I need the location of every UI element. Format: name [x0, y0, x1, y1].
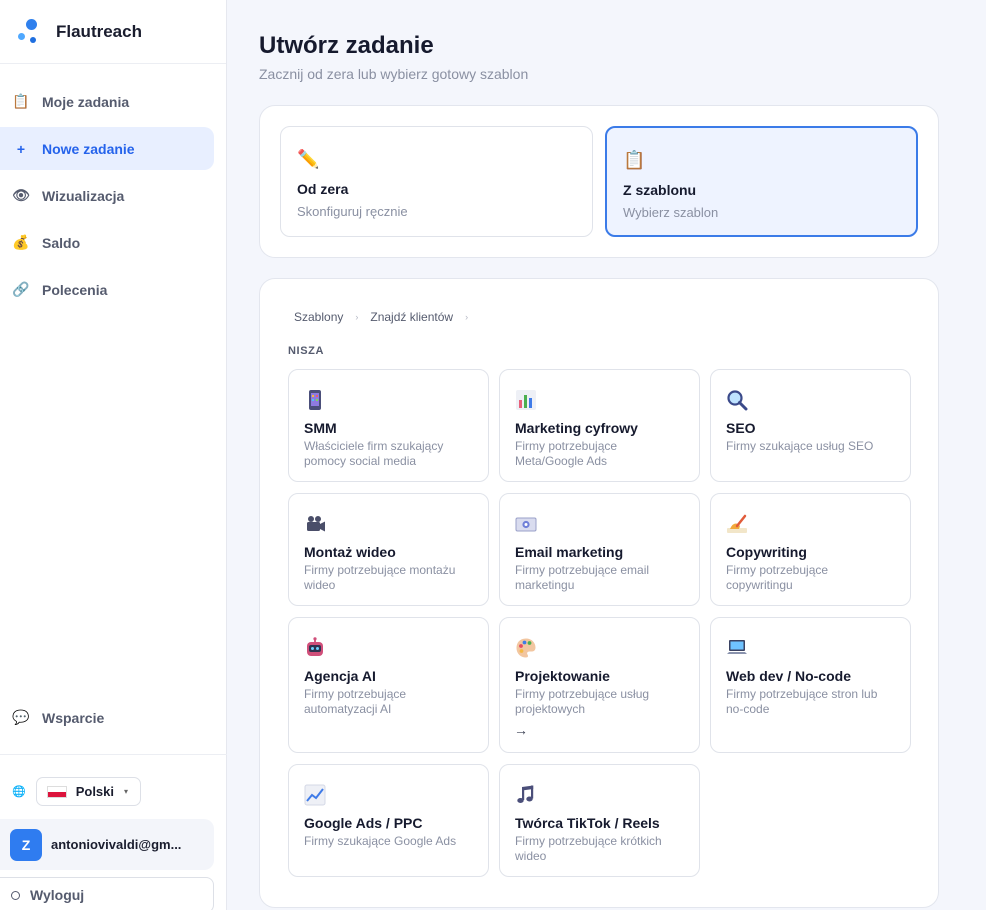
sidebar-item-wizualizacja[interactable]: 👁 Wizualizacja [0, 174, 214, 217]
template-panel: Szablony › Znajdź klientów › NISZA SMM W… [259, 278, 939, 908]
breadcrumb-szablony[interactable]: Szablony [294, 310, 343, 324]
language-select[interactable]: Polski ▾ [35, 777, 142, 806]
clipboard-icon: 📋 [12, 93, 30, 109]
template-title: Marketing cyfrowy [515, 420, 638, 436]
sidebar-item-moje-zadania[interactable]: 📋 Moje zadania [0, 80, 214, 123]
template-card-email-marketing[interactable]: Email marketing Firmy potrzebujące email… [499, 493, 700, 606]
flautreach-logo-icon [16, 18, 42, 45]
template-card-tworca-tiktok[interactable]: Twórca TikTok / Reels Firmy potrzebujące… [499, 764, 700, 877]
arrow-right-icon: → [514, 722, 528, 738]
template-title: SEO [726, 420, 756, 436]
template-title: Projektowanie [515, 668, 610, 684]
template-desc: Firmy potrzebujące montażu wideo [304, 563, 456, 592]
music-note-icon [517, 785, 534, 803]
template-desc: Firmy szukające usług SEO [726, 439, 874, 453]
poland-flag-icon [46, 785, 67, 798]
money-bag-icon: 💰 [12, 234, 30, 250]
mode-subtitle: Skonfiguruj ręcznie [297, 204, 408, 219]
mode-card-od-zera[interactable]: ✏️ Od zera Skonfiguruj ręcznie [280, 126, 593, 237]
template-title: Agencja AI [304, 668, 376, 684]
sidebar-footer: 🌐 Polski ▾ Z antoniovivaldi@gm... Wylogu… [0, 754, 227, 910]
pencil-icon: ✏️ [297, 149, 320, 169]
user-card[interactable]: Z antoniovivaldi@gm... [0, 819, 214, 870]
robot-icon [307, 637, 323, 656]
template-desc: Firmy szukające Google Ads [304, 834, 457, 848]
template-card-smm[interactable]: SMM Właściciele firm szukający pomocy so… [288, 369, 489, 482]
speech-bubble-icon: 💬 [12, 709, 30, 725]
plus-icon: + [16, 140, 26, 157]
logout-button[interactable]: Wyloguj [0, 877, 214, 910]
breadcrumb: Szablony › Znajdź klientów › [294, 310, 480, 324]
template-desc: Firmy potrzebujące copywritingu [726, 563, 829, 592]
logout-icon [11, 890, 20, 900]
template-title: Web dev / No-code [726, 668, 851, 684]
template-card-copywriting[interactable]: Copywriting Firmy potrzebujące copywriti… [710, 493, 911, 606]
language-label: Polski [75, 784, 114, 799]
sidebar-item-label: Polecenia [42, 281, 108, 298]
mode-title: Z szablonu [623, 182, 697, 198]
globe-icon: 🌐 [12, 786, 26, 798]
main-content: Utwórz zadanie Zacznij od zera lub wybie… [227, 0, 986, 910]
mode-panel: ✏️ Od zera Skonfiguruj ręcznie 📋 Z szabl… [259, 105, 939, 258]
sidebar-item-wsparcie[interactable]: 💬 Wsparcie [0, 696, 203, 739]
section-label: NISZA [288, 345, 324, 357]
brand[interactable]: Flautreach [0, 0, 226, 64]
writing-hand-icon [727, 514, 747, 533]
clipboard-icon: 📋 [623, 150, 646, 170]
template-title: Montaż wideo [304, 544, 396, 560]
eye-icon: 👁 [12, 187, 30, 203]
template-card-projektowanie[interactable]: Projektowanie Firmy potrzebujące usług p… [499, 617, 700, 753]
video-camera-icon [307, 516, 325, 532]
template-desc: Firmy potrzebujące email marketingu [515, 563, 650, 592]
phone-icon [309, 390, 321, 410]
template-title: Google Ads / PPC [304, 815, 423, 831]
template-desc: Firmy potrzebujące usług projektowych [515, 687, 650, 716]
template-desc: Firmy potrzebujące krótkich wideo [515, 834, 662, 863]
template-desc: Firmy potrzebujące stron lub no-code [726, 687, 878, 716]
magnifier-icon [727, 390, 748, 411]
laptop-icon [727, 640, 747, 654]
sidebar: Flautreach 📋 Moje zadania + Nowe zadanie… [0, 0, 227, 910]
template-title: Twórca TikTok / Reels [515, 815, 660, 831]
sidebar-item-label: Wizualizacja [42, 187, 125, 204]
palette-icon [516, 638, 536, 658]
sidebar-item-label: Wsparcie [42, 709, 105, 726]
mode-card-z-szablonu[interactable]: 📋 Z szablonu Wybierz szablon [605, 126, 918, 237]
template-card-web-dev[interactable]: Web dev / No-code Firmy potrzebujące str… [710, 617, 911, 753]
sidebar-item-label: Moje zadania [42, 93, 130, 110]
sidebar-item-nowe-zadanie[interactable]: + Nowe zadanie [0, 127, 214, 170]
template-title: Email marketing [515, 544, 624, 560]
template-title: Copywriting [726, 544, 807, 560]
sidebar-item-label: Nowe zadanie [42, 140, 135, 157]
page-title: Utwórz zadanie [259, 32, 434, 59]
sidebar-item-polecenia[interactable]: 🔗 Polecenia [0, 268, 214, 311]
mode-title: Od zera [297, 181, 349, 197]
chevron-down-icon: ▾ [124, 787, 129, 796]
template-card-seo[interactable]: SEO Firmy szukające usług SEO [710, 369, 911, 482]
template-desc: Firmy potrzebujące Meta/Google Ads [515, 439, 618, 468]
breadcrumb-znajdz-klientow[interactable]: Znajdź klientów [370, 310, 453, 324]
user-email: antoniovivaldi@gm... [51, 837, 182, 852]
link-icon: 🔗 [12, 281, 30, 297]
template-desc: Firmy potrzebujące automatyzacji AI [304, 687, 407, 716]
template-card-google-ads[interactable]: Google Ads / PPC Firmy szukające Google … [288, 764, 489, 877]
logout-label: Wyloguj [30, 887, 85, 903]
template-title: SMM [304, 420, 337, 436]
chevron-right-icon: › [355, 312, 359, 322]
page-subtitle: Zacznij od zera lub wybierz gotowy szabl… [259, 66, 529, 82]
brand-name: Flautreach [56, 21, 142, 41]
bar-chart-icon [516, 390, 536, 410]
chevron-right-icon: › [465, 312, 469, 322]
sidebar-item-label: Saldo [42, 234, 81, 251]
template-card-agencja-ai[interactable]: Agencja AI Firmy potrzebujące automatyza… [288, 617, 489, 753]
mode-subtitle: Wybierz szablon [623, 205, 719, 220]
template-desc: Właściciele firm szukający pomocy social… [304, 439, 444, 468]
avatar: Z [10, 828, 42, 861]
sidebar-nav: 📋 Moje zadania + Nowe zadanie 👁 Wizualiz… [0, 64, 226, 311]
template-card-marketing-cyfrowy[interactable]: Marketing cyfrowy Firmy potrzebujące Met… [499, 369, 700, 482]
template-card-montaz-wideo[interactable]: Montaż wideo Firmy potrzebujące montażu … [288, 493, 489, 606]
email-icon [515, 517, 537, 532]
sidebar-item-saldo[interactable]: 💰 Saldo [0, 221, 214, 264]
trend-chart-icon [304, 784, 326, 806]
